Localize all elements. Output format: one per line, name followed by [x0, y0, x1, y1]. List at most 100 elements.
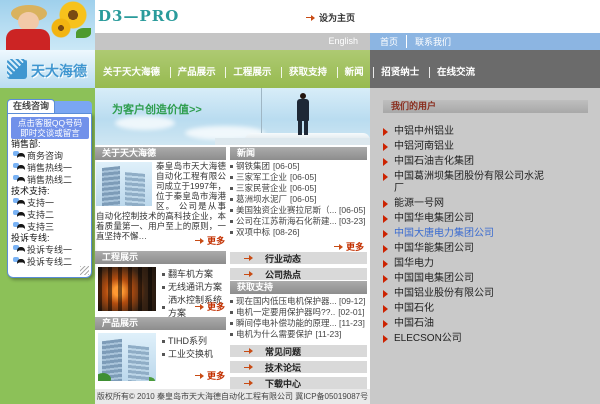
news-section-header[interactable]: 新闻: [230, 147, 367, 160]
project-item[interactable]: 无线通讯方案: [162, 281, 228, 294]
qq-contact-entry[interactable]: 销售部:: [11, 139, 89, 150]
news-link-bar[interactable]: 行业动态: [230, 252, 367, 264]
news-item[interactable]: 三家军工企业 [06-05]: [230, 172, 369, 183]
qq-contact-label: 销售热线一: [27, 162, 72, 174]
qq-contact-entry[interactable]: 支持三: [11, 221, 89, 233]
support-date: [11-23]: [339, 318, 365, 329]
support-link-bars: 常见问题 技术论坛 下载中心: [230, 345, 367, 393]
qq-contact-entry[interactable]: 投诉专线一: [11, 244, 89, 256]
user-link[interactable]: 中国大唐电力集团公司: [383, 228, 545, 240]
qq-penguin-icon: [13, 151, 26, 162]
nav-item[interactable]: 在线交流: [429, 67, 475, 78]
projects-more-link[interactable]: 更多: [195, 300, 225, 313]
user-link[interactable]: 中国石油: [383, 318, 545, 330]
news-item[interactable]: 葛洲坝水泥厂 [06-05]: [230, 194, 369, 205]
news-item[interactable]: 双项中标 [08-26]: [230, 227, 369, 238]
support-item[interactable]: 现在国内低压电机保护器... [09-12]: [230, 296, 369, 307]
nav-item[interactable]: 获取支持: [281, 67, 327, 78]
bullet-icon: [230, 322, 233, 325]
user-link[interactable]: ELECSON公司: [383, 333, 545, 345]
skyscraper-thumbnail[interactable]: [96, 162, 152, 206]
logo-block[interactable]: 天大海德: [0, 50, 95, 88]
nav-item[interactable]: 关于天大海德: [103, 67, 160, 78]
triangle-bullet-icon: [383, 245, 388, 253]
qq-contact-label: 技术支持:: [11, 186, 50, 197]
news-link-bar[interactable]: 公司热点: [230, 268, 367, 280]
user-link[interactable]: 中国石化: [383, 303, 545, 315]
qq-contact-entry[interactable]: 支持二: [11, 209, 89, 221]
qq-contact-label: 支持一: [27, 197, 54, 209]
product-item[interactable]: 工业交换机: [162, 348, 228, 361]
hero-banner: 为客户创造价值>>: [95, 88, 370, 145]
arrow-right-icon: [244, 348, 253, 355]
project-item[interactable]: 翻车机方案: [162, 268, 228, 281]
about-more-link[interactable]: 更多: [195, 234, 225, 247]
news-date: [06-05]: [339, 205, 365, 216]
user-link[interactable]: 中国石油吉化集团: [383, 156, 545, 168]
triangle-bullet-icon: [383, 158, 388, 166]
triangle-bullet-icon: [383, 230, 388, 238]
about-section-header[interactable]: 关于天大海德: [95, 147, 226, 160]
support-link-bar[interactable]: 技术论坛: [230, 361, 367, 373]
arrow-right-icon: [195, 237, 204, 244]
qq-contact-entry[interactable]: 商务咨询: [11, 150, 89, 162]
nav-item[interactable]: 招贤纳士: [373, 67, 419, 78]
products-section-header[interactable]: 产品展示: [95, 317, 226, 330]
qq-contact-entry[interactable]: 销售热线二: [11, 174, 89, 186]
user-link[interactable]: 中国华能集团公司: [383, 243, 545, 255]
news-item[interactable]: 三家民营企业 [06-05]: [230, 183, 369, 194]
user-link[interactable]: 中国国电集团公司: [383, 273, 545, 285]
qq-contact-entry[interactable]: 销售热线一: [11, 162, 89, 174]
arrow-right-icon: [334, 243, 343, 250]
support-item[interactable]: 瞬间停电补偿功能的原理... [11-23]: [230, 318, 369, 329]
projects-section-header[interactable]: 工程展示: [95, 251, 226, 264]
set-homepage-link[interactable]: 设为主页: [306, 11, 355, 24]
qq-contact-panel: 点击客服QQ号码 即时交谈或留言 销售部: 商务咨询 销售热线一: [7, 113, 92, 278]
bullet-icon: [230, 209, 233, 212]
projects-more-row: 更多: [95, 300, 225, 313]
qq-contact-entry[interactable]: 投诉专线二: [11, 256, 89, 268]
product-item[interactable]: TIHD系列: [162, 335, 228, 348]
qq-contact-entry[interactable]: 投诉专线:: [11, 233, 89, 244]
qq-contact-entry[interactable]: 技术支持:: [11, 186, 89, 197]
products-more-row: 更多: [95, 369, 225, 382]
qq-contact-label: 销售部:: [11, 139, 41, 150]
user-link[interactable]: 中国华电集团公司: [383, 213, 545, 225]
contact-link[interactable]: 联系我们: [406, 35, 451, 48]
products-more-link[interactable]: 更多: [195, 369, 225, 382]
user-link[interactable]: 中铝河南铝业: [383, 141, 545, 153]
bullet-icon: [162, 286, 165, 289]
qq-contact-entry[interactable]: 支持一: [11, 197, 89, 209]
qq-notice[interactable]: 点击客服QQ号码 即时交谈或留言: [11, 117, 89, 139]
news-item[interactable]: 美国独资企业赛拉尼斯（... [06-05]: [230, 205, 369, 216]
user-link[interactable]: 中国铝业股份有限公司: [383, 288, 545, 300]
nav-item[interactable]: 工程展示: [225, 67, 271, 78]
news-date: [03-23]: [339, 216, 365, 227]
nav-item[interactable]: 产品展示: [170, 67, 216, 78]
home-link[interactable]: 首页: [380, 35, 398, 48]
english-link[interactable]: English: [328, 33, 358, 50]
support-link-bar[interactable]: 常见问题: [230, 345, 367, 357]
support-link-bar[interactable]: 下载中心: [230, 377, 367, 389]
news-item[interactable]: 钢铁集团 [06-05]: [230, 161, 369, 172]
resize-grip[interactable]: [80, 266, 89, 275]
businessman-figure: [296, 93, 310, 135]
qq-notice-line2: 即时交谈或留言: [11, 128, 89, 138]
arrow-right-icon: [195, 303, 204, 310]
user-link[interactable]: 中铝中州铝业: [383, 126, 545, 138]
news-item[interactable]: 公司在江苏新海石化新建... [03-23]: [230, 216, 369, 227]
user-link[interactable]: 国华电力: [383, 258, 545, 270]
triangle-bullet-icon: [383, 200, 388, 208]
support-item[interactable]: 电机为什么需要保护 [11-23]: [230, 329, 369, 340]
user-link[interactable]: 中国葛洲坝集团股份有限公司水泥厂: [383, 171, 545, 195]
support-section-header[interactable]: 获取支持: [230, 281, 367, 294]
cloud-shape: [115, 116, 175, 130]
users-list: 中铝中州铝业 中铝河南铝业 中国石油吉化集团 中国葛洲坝集团股份有限公司水泥厂: [383, 126, 545, 348]
tab-online-consult[interactable]: 在线咨询: [7, 99, 55, 113]
news-date: [08-26]: [273, 227, 299, 238]
users-header: 我们的用户: [383, 100, 588, 113]
nav-item[interactable]: 新闻: [337, 67, 364, 78]
triangle-bullet-icon: [383, 275, 388, 283]
support-item[interactable]: 电机一定要用保护器吗??.. [02-01]: [230, 307, 369, 318]
user-link[interactable]: 能源一号网: [383, 198, 545, 210]
